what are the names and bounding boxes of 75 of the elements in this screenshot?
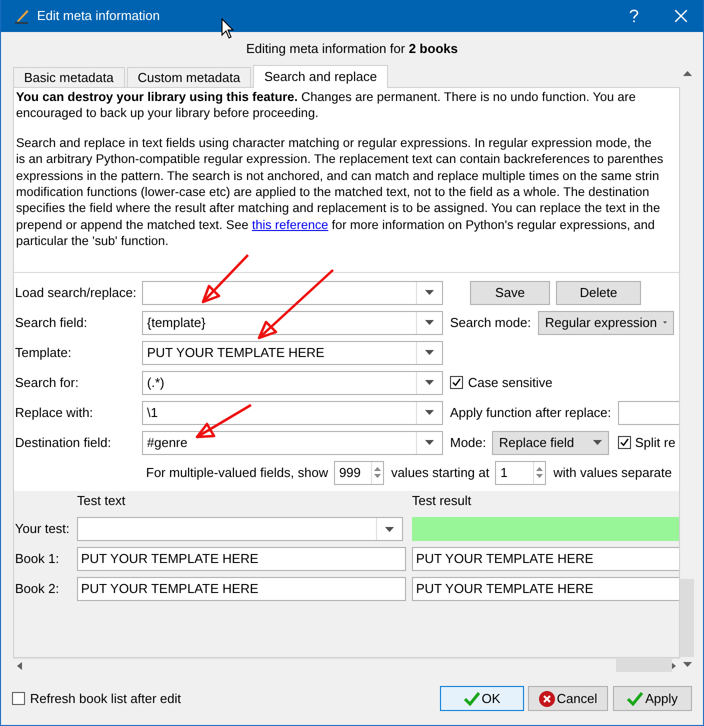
dialog-heading: Editing meta information for 2 books [246,40,458,58]
input-field[interactable]: PUT YOUR TEMPLATE HERE [77,577,406,601]
scrollbar-thumb[interactable] [680,579,694,657]
field-label: Search for: [15,374,80,392]
window-title: Edit meta information [37,7,160,26]
button[interactable]: Apply [613,686,692,711]
combo-box[interactable]: \1 [142,400,443,425]
combo-box[interactable]: (.*) [142,370,443,395]
field-label: Search mode: [450,314,532,332]
spin-box[interactable]: 999 [334,460,384,485]
combo-box[interactable]: PUT YOUR TEMPLATE HERE [142,340,443,365]
checkmark-icon [627,692,644,706]
caret-icon [425,440,434,446]
reference-link[interactable]: this reference [252,218,328,232]
dropdown[interactable]: Replace field [492,430,609,455]
input-field[interactable]: PUT YOUR TEMPLATE HERE [412,577,679,601]
annotation-arrow [196,404,252,438]
field-label: Book 2: [15,580,60,598]
checkbox[interactable] [12,692,25,705]
scrollbar-thumb[interactable] [616,659,672,672]
mouse-cursor-icon [222,18,234,39]
tab[interactable]: Basic metadata [13,67,125,87]
field-label: Test result [412,492,472,510]
caret-icon [385,526,394,532]
spin-box[interactable]: 1 [495,460,546,485]
field-label: Search field: [15,314,88,332]
caret-icon [425,320,434,326]
help-icon[interactable] [629,9,639,23]
dropdown[interactable]: Regular expression [538,310,674,335]
checkbox[interactable] [618,436,631,450]
checkbox[interactable] [450,376,463,390]
input-field[interactable]: PUT YOUR TEMPLATE HERE [77,547,406,571]
button[interactable]: Cancel [528,686,608,711]
field-label: Mode: [450,434,488,452]
input-field[interactable]: PUT YOUR TEMPLATE HERE [412,547,679,571]
field-label: Apply function after replace: [450,404,612,422]
caret-icon [425,350,434,356]
scroll-left-icon[interactable] [17,662,22,670]
button[interactable]: OK [440,686,524,711]
caret-icon [663,320,667,326]
button[interactable]: Delete [556,280,641,305]
field-label: Case sensitive [468,374,553,392]
button[interactable]: Save [470,280,550,305]
checkmark-icon [464,692,480,706]
field-label: Load search/replace: [15,284,138,302]
caret-icon [593,440,602,446]
field-label: Replace with: [15,404,94,422]
field-label: For multiple-valued fields, show [146,464,328,482]
scroll-up-icon[interactable] [682,71,692,76]
field-label: Book 1: [15,550,60,568]
warning-text: You can destroy your library using this feature. Changes are permanent. There is no undo function. You are encouraged to back up your library before proceeding. [16,89,636,122]
spin-arrows-icon[interactable] [533,462,546,484]
caret-icon [425,290,434,296]
close-icon[interactable] [675,10,687,22]
combo-box[interactable] [142,280,443,305]
field-label: Test text [77,492,126,510]
cancel-icon [538,690,555,706]
combo-box[interactable]: {template} [142,310,443,335]
annotation-arrow [202,254,249,304]
field-label: with values separate [553,464,672,482]
spin-arrows-icon[interactable] [371,462,384,484]
caret-icon [425,410,434,416]
caret-icon [425,380,434,386]
tab[interactable]: Search and replace [253,65,388,88]
field-label: Split re [635,434,676,452]
field-label: Destination field: [15,434,112,452]
scroll-down-icon[interactable] [682,662,692,667]
field-label: Your test: [15,520,70,538]
combo-box[interactable]: #genre [142,430,443,455]
field-label: values starting at [391,464,490,482]
description-text: Search and replace in text fields using character matching or regular expressions. In regular expression mode, the is an arbitrary Python-compatible regular expression. The replacement text can contain backreferences to parenthes expressions in the pattern. The search is not anchored, and can match and replace multiple times on the same strin modification functions (lower-case etc) are applied to the matched text, not to the field as a whole. The destination specifies the field where the result after matching and replacement is to be assigned. You can replace the text in the prepend or append the matched text. See this reference for more information on Python's regular expressions, and particular the 'sub' function. [16,134,664,250]
pen-icon [14,8,30,24]
field-label: Template: [15,344,72,362]
field-label: Refresh book list after edit [30,690,182,708]
tab[interactable]: Custom metadata [126,67,252,87]
